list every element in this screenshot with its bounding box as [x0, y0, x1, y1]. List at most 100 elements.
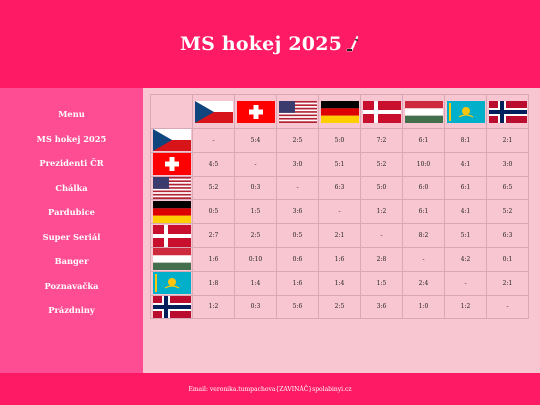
score-cell: 2:8	[360, 246, 403, 272]
sidebar-item-prezidenti[interactable]: Prezidenti ČR	[0, 151, 143, 176]
row-header	[150, 270, 193, 296]
corner-cell	[150, 94, 193, 129]
score-cell: 1:4	[234, 270, 277, 296]
usa-flag	[278, 100, 317, 123]
footer-email: Email: veronika.tumpachova{ZAVINÁČ}spola…	[188, 385, 352, 393]
score-cell: 3:0	[276, 151, 319, 177]
row-header	[150, 246, 193, 272]
score-cell: 1:8	[192, 270, 235, 296]
score-cell: 6:1	[402, 199, 445, 225]
hungarian-flag	[404, 100, 443, 123]
column-header	[486, 94, 529, 129]
row-header	[150, 151, 193, 177]
row-header	[150, 175, 193, 201]
score-cell: 1:6	[192, 246, 235, 272]
score-cell: 5:0	[318, 128, 361, 153]
table-row: 4:5-3:0 5:1 5:2 10:0 4:1 3:0	[150, 151, 529, 177]
score-cell: 4:5	[192, 151, 235, 177]
czech-flag	[194, 100, 233, 123]
score-cell: 2:4	[402, 270, 445, 296]
score-cell: 2:1	[486, 128, 529, 153]
score-cell: 7:2	[360, 128, 403, 153]
score-cell: 2:1	[318, 223, 361, 248]
score-cell: 2:5	[318, 294, 361, 320]
score-cell: 1:5	[360, 270, 403, 296]
score-cell: 1:2	[192, 294, 235, 320]
score-cell: 4:2	[444, 246, 487, 272]
german-flag	[320, 100, 359, 123]
kazakh-flag	[446, 100, 485, 123]
score-cell: -	[444, 270, 487, 296]
main-content: -5:4 2:5 5:0 7:2 6:1 8:1 2:1 4:5-3:0 5:1 5:2 10:0 4…	[143, 88, 540, 373]
usa-flag	[152, 176, 191, 199]
score-cell: 0:1	[486, 246, 529, 272]
row-header	[150, 199, 193, 225]
score-cell: -	[318, 199, 361, 225]
score-cell: 5:1	[444, 223, 487, 248]
sidebar-item-poznavacka[interactable]: Poznavačka	[0, 274, 143, 299]
sidebar-item-super-serial[interactable]: Super Seriál	[0, 225, 143, 250]
score-cell: 1:4	[318, 270, 361, 296]
table-row: 2:7 2:5 0:5 2:1-8:2 5:1 6:3	[150, 223, 529, 248]
score-cell: 0:3	[234, 175, 277, 201]
sidebar-item-ms-hokej[interactable]: MS hokej 2025	[0, 127, 143, 152]
score-cell: 0:5	[192, 199, 235, 225]
score-cell: 8:1	[444, 128, 487, 153]
score-cell: 6:0	[402, 175, 445, 201]
german-flag	[152, 200, 191, 223]
sidebar-item-banger[interactable]: Banger	[0, 249, 143, 274]
score-cell: 4:1	[444, 151, 487, 177]
sidebar-item-menu[interactable]: Menu	[0, 102, 143, 127]
score-cell: 0:3	[234, 294, 277, 320]
footer: Email: veronika.tumpachova{ZAVINÁČ}spola…	[0, 373, 540, 405]
score-cell: 10:0	[402, 151, 445, 177]
score-cell: 1:0	[402, 294, 445, 320]
table-row: 1:6 0:10 0:6 1:6 2:8-4:2 0:1	[150, 246, 529, 272]
score-cell: 8:2	[402, 223, 445, 248]
score-cell: 5:0	[360, 175, 403, 201]
score-cell: 0:5	[276, 223, 319, 248]
hungarian-flag	[152, 248, 191, 271]
row-header	[150, 128, 193, 153]
score-cell: 4:1	[444, 199, 487, 225]
sidebar-item-pardubice[interactable]: Pardubice	[0, 200, 143, 225]
score-cell: 5:1	[318, 151, 361, 177]
score-cell: 1:5	[234, 199, 277, 225]
score-cell: 5:6	[276, 294, 319, 320]
score-cell: 5:2	[486, 199, 529, 225]
swiss-flag	[236, 100, 275, 123]
score-cell: 3:6	[360, 294, 403, 320]
danish-flag	[152, 224, 191, 247]
table-row: 1:2 0:3 5:6 2:5 3:6 1:0 1:2-	[150, 294, 529, 320]
table-row: 1:8 1:4 1:6 1:4 1:5 2:4-2:1	[150, 270, 529, 296]
score-cell: 3:0	[486, 151, 529, 177]
page-header: MS hokej 2025	[0, 0, 540, 88]
score-cell: 5:4	[234, 128, 277, 153]
table-row: 5:2 0:3-6:3 5:0 6:0 6:1 6:5	[150, 175, 529, 201]
score-cell: -	[192, 128, 235, 153]
score-cell: 1:2	[360, 199, 403, 225]
table-row: -5:4 2:5 5:0 7:2 6:1 8:1 2:1	[150, 128, 529, 153]
results-table: -5:4 2:5 5:0 7:2 6:1 8:1 2:1 4:5-3:0 5:1 5:2 10:0 4…	[150, 94, 529, 320]
score-cell: 1:2	[444, 294, 487, 320]
score-cell: 6:1	[444, 175, 487, 201]
score-cell: 1:6	[276, 270, 319, 296]
header-row	[150, 94, 529, 129]
score-cell: 2:1	[486, 270, 529, 296]
sidebar-item-prazdniny[interactable]: Prázdniny	[0, 298, 143, 323]
score-cell: 6:1	[402, 128, 445, 153]
czech-flag	[152, 129, 191, 152]
score-cell: -	[486, 294, 529, 320]
column-header	[360, 94, 403, 129]
score-cell: 0:6	[276, 246, 319, 272]
column-header	[402, 94, 445, 129]
table-row: 0:5 1:5 3:6-1:2 6:1 4:1 5:2	[150, 199, 529, 225]
row-header	[150, 223, 193, 248]
sidebar-item-chalka[interactable]: Chálka	[0, 176, 143, 201]
swiss-flag	[152, 153, 191, 176]
score-cell: 2:5	[234, 223, 277, 248]
column-header	[318, 94, 361, 129]
row-header	[150, 294, 193, 320]
score-cell: 6:5	[486, 175, 529, 201]
score-cell: 5:2	[360, 151, 403, 177]
